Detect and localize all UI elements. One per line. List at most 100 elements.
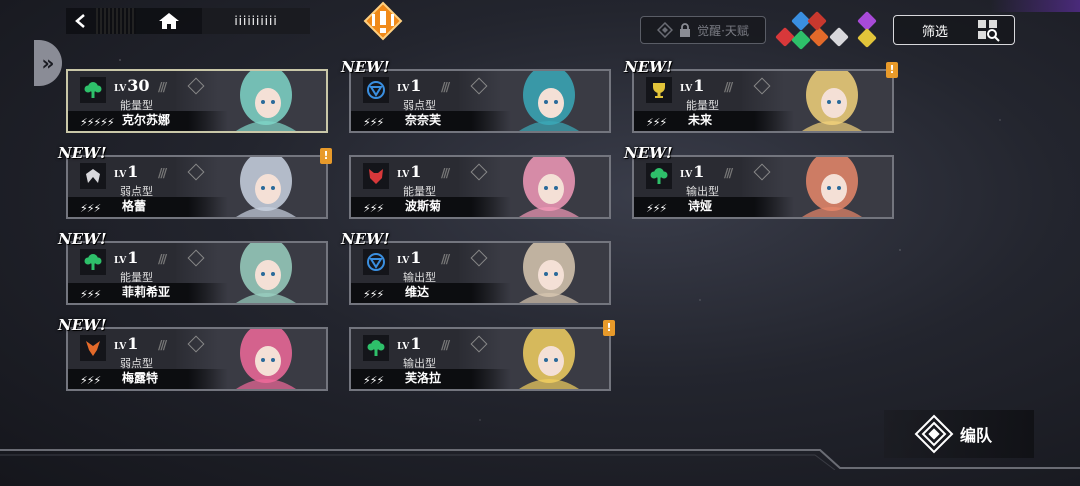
lock-icon (680, 23, 691, 37)
level-label: LV30 (114, 76, 150, 95)
character-card[interactable]: LV1 /// 能量型 ⚡⚡⚡ 未来 (632, 69, 894, 133)
level-value: 1 (410, 76, 422, 95)
character-name: 维达 (405, 285, 430, 299)
star-rating: ⚡⚡⚡ (363, 116, 384, 129)
level-value: 1 (410, 334, 422, 353)
new-badge: NEW! (58, 144, 107, 162)
filter-button[interactable]: 筛选 (893, 15, 1015, 45)
awaken-talent-label: 觉醒·天赋 (697, 23, 749, 38)
level-label: LV1 (397, 162, 421, 181)
rank-slashes: /// (158, 252, 167, 266)
rank-slashes: /// (441, 166, 450, 180)
back-arrow-icon (75, 14, 85, 28)
team-formation-button[interactable]: 编队 (884, 410, 1034, 458)
level-label: LV1 (680, 162, 704, 181)
yellow-crest-icon[interactable] (857, 28, 877, 48)
breadcrumb: iiiiiiiiii (202, 8, 310, 34)
new-badge: NEW! (58, 316, 107, 334)
level-value: 1 (127, 248, 139, 267)
lv-prefix: LV (114, 84, 127, 94)
level-value: 30 (127, 76, 150, 95)
rank-slashes: /// (724, 80, 733, 94)
new-badge: NEW! (341, 230, 390, 248)
level-value: 1 (410, 248, 422, 267)
white-crest-icon[interactable] (829, 27, 849, 47)
level-label: LV1 (397, 76, 421, 95)
trophy-class-icon (646, 77, 672, 103)
team-formation-label: 编队 (960, 426, 993, 445)
lv-prefix: LV (397, 342, 410, 352)
new-badge: NEW! (624, 144, 673, 162)
nav-divider (96, 8, 136, 34)
lv-prefix: LV (680, 84, 693, 94)
star-rating: ⚡⚡⚡ (80, 288, 101, 301)
side-expand-tab[interactable]: » (34, 40, 62, 86)
character-card[interactable]: LV1 /// 能量型 ⚡⚡⚡ 波斯菊 (349, 155, 611, 219)
level-label: LV1 (680, 76, 704, 95)
star-rating: ⚡⚡⚡⚡⚡ (80, 116, 115, 129)
rank-slashes: /// (158, 166, 167, 180)
new-badge: NEW! (624, 58, 673, 76)
star-rating: ⚡⚡⚡ (80, 374, 101, 387)
level-value: 1 (127, 334, 139, 353)
star-rating: ⚡⚡⚡ (80, 202, 101, 215)
alert-badge: ! (603, 320, 615, 336)
diamond-outline-icon (657, 22, 674, 38)
character-name: 芙洛拉 (405, 371, 442, 385)
level-label: LV1 (114, 248, 138, 267)
back-button[interactable] (66, 8, 96, 34)
awaken-talent-button[interactable]: 觉醒·天赋 (640, 16, 766, 44)
top-nav-bar: iiiiiiiiii (66, 8, 310, 34)
character-name: 奈奈芙 (405, 113, 442, 127)
element-filter-group (774, 11, 882, 50)
level-value: 1 (410, 162, 422, 181)
star-rating: ⚡⚡⚡ (363, 288, 384, 301)
character-card[interactable]: LV1 /// 输出型 ⚡⚡⚡ 维达 (349, 241, 611, 305)
lv-prefix: LV (114, 170, 127, 180)
level-value: 1 (693, 76, 705, 95)
crest-class-icon (80, 335, 106, 361)
tree-class-icon (646, 163, 672, 189)
character-card[interactable]: LV1 /// 能量型 ⚡⚡⚡ 菲莉希亚 (66, 241, 328, 305)
lv-prefix: LV (397, 256, 410, 266)
alert-icon[interactable] (363, 1, 403, 41)
rank-slashes: /// (441, 80, 450, 94)
character-card[interactable]: LV1 /// 弱点型 ⚡⚡⚡ 奈奈芙 (349, 69, 611, 133)
tree-class-icon (80, 77, 106, 103)
lv-prefix: LV (114, 256, 127, 266)
red-crest-icon[interactable] (807, 11, 827, 31)
character-card[interactable]: LV1 /// 输出型 ⚡⚡⚡ 诗娅 (632, 155, 894, 219)
star-rating: ⚡⚡⚡ (646, 116, 667, 129)
lv-prefix: LV (397, 84, 410, 94)
home-icon (159, 13, 179, 29)
rank-slashes: /// (441, 338, 450, 352)
double-chevron-right-icon: » (41, 51, 55, 75)
character-card[interactable]: LV1 /// 弱点型 ⚡⚡⚡ 格蕾 (66, 155, 328, 219)
lv-prefix: LV (397, 170, 410, 180)
grid-search-icon (978, 20, 1000, 42)
level-label: LV1 (114, 162, 138, 181)
corner-glow (990, 0, 1080, 12)
character-card[interactable]: LV1 /// 弱点型 ⚡⚡⚡ 梅露特 (66, 327, 328, 391)
new-badge: NEW! (58, 230, 107, 248)
level-label: LV1 (397, 248, 421, 267)
character-name: 波斯菊 (405, 199, 442, 213)
rank-slashes: /// (441, 252, 450, 266)
character-name: 克尔苏娜 (122, 113, 171, 127)
home-button[interactable] (136, 8, 202, 34)
level-value: 1 (693, 162, 705, 181)
wolf-red-icon[interactable] (775, 27, 795, 47)
rank-slashes: /// (158, 338, 167, 352)
character-name: 格蕾 (122, 199, 147, 213)
shield-class-icon (363, 249, 389, 275)
alert-badge: ! (320, 148, 332, 164)
character-name: 菲莉希亚 (122, 285, 171, 299)
level-label: LV1 (114, 334, 138, 353)
character-card[interactable]: LV30 /// 能量型 ⚡⚡⚡⚡⚡ 克尔苏娜 (66, 69, 328, 133)
star-rating: ⚡⚡⚡ (646, 202, 667, 215)
star-rating: ⚡⚡⚡ (363, 202, 384, 215)
character-card[interactable]: LV1 /// 输出型 ⚡⚡⚡ 芙洛拉 (349, 327, 611, 391)
green-crest-icon[interactable] (791, 30, 811, 50)
alert-badge: ! (886, 62, 898, 78)
orange-crest-icon[interactable] (809, 27, 829, 47)
